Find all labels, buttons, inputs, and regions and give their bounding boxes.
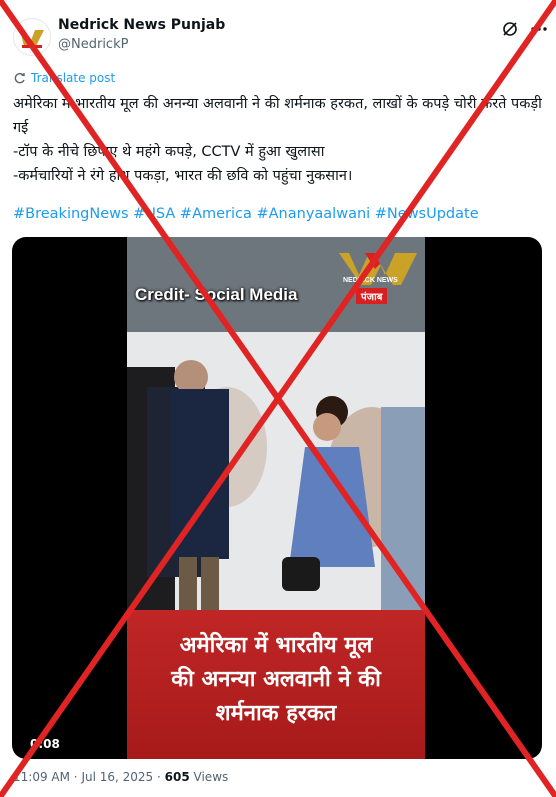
avatar[interactable] bbox=[13, 18, 51, 56]
video-duration: 0:08 bbox=[30, 737, 60, 751]
video-credit: Credit- Social Media bbox=[135, 285, 298, 304]
caption-line: की अनन्या अलवानी ने की bbox=[171, 667, 381, 692]
more-options-icon[interactable] bbox=[530, 20, 548, 38]
grok-icon[interactable] bbox=[501, 20, 519, 38]
logo-region-badge: पंजाब bbox=[356, 288, 388, 304]
post-line: अमेरिका में भारतीय मूल की अनन्या अलवानी … bbox=[13, 96, 547, 136]
post-line: -टॉप के नीचे छिपाए थे महंगे कपड़े, CCTV … bbox=[13, 144, 325, 160]
video-player[interactable]: Credit- Social Media NEDRICK NEWS पंजाब … bbox=[12, 237, 542, 759]
nedrick-logo-icon bbox=[14, 19, 50, 55]
translate-label[interactable]: Translate post bbox=[31, 71, 115, 85]
meta-separator: · bbox=[157, 770, 165, 784]
post-text: अमेरिका में भारतीय मूल की अनन्या अलवानी … bbox=[13, 92, 545, 188]
caption-line: अमेरिका में भारतीय मूल bbox=[179, 633, 373, 658]
video-caption: अमेरिका में भारतीय मूल की अनन्या अलवानी … bbox=[127, 629, 425, 731]
post-time[interactable]: 11:09 AM bbox=[13, 770, 70, 784]
post-line: -कर्मचारियों ने रंगे हाथ पकड़ा, भारत की … bbox=[13, 168, 353, 184]
video-frame[interactable]: Credit- Social Media NEDRICK NEWS पंजाब … bbox=[127, 237, 425, 759]
translate-post-link[interactable]: Translate post bbox=[13, 71, 115, 85]
logo-subtitle: NEDRICK NEWS bbox=[343, 277, 398, 284]
views-label: Views bbox=[193, 770, 229, 784]
hashtags[interactable]: #BreakingNews #USA #America #Ananyaalwan… bbox=[13, 202, 545, 226]
caption-line: शर्मनाक हरकत bbox=[215, 701, 337, 726]
post-date[interactable]: Jul 16, 2025 bbox=[81, 770, 153, 784]
author-handle[interactable]: @NedrickP bbox=[58, 37, 128, 52]
author-name[interactable]: Nedrick News Punjab bbox=[58, 17, 225, 33]
translate-icon bbox=[14, 72, 25, 83]
post-meta: 11:09 AM · Jul 16, 2025 · 605 Views bbox=[13, 770, 228, 784]
views-count[interactable]: 605 bbox=[165, 770, 190, 784]
